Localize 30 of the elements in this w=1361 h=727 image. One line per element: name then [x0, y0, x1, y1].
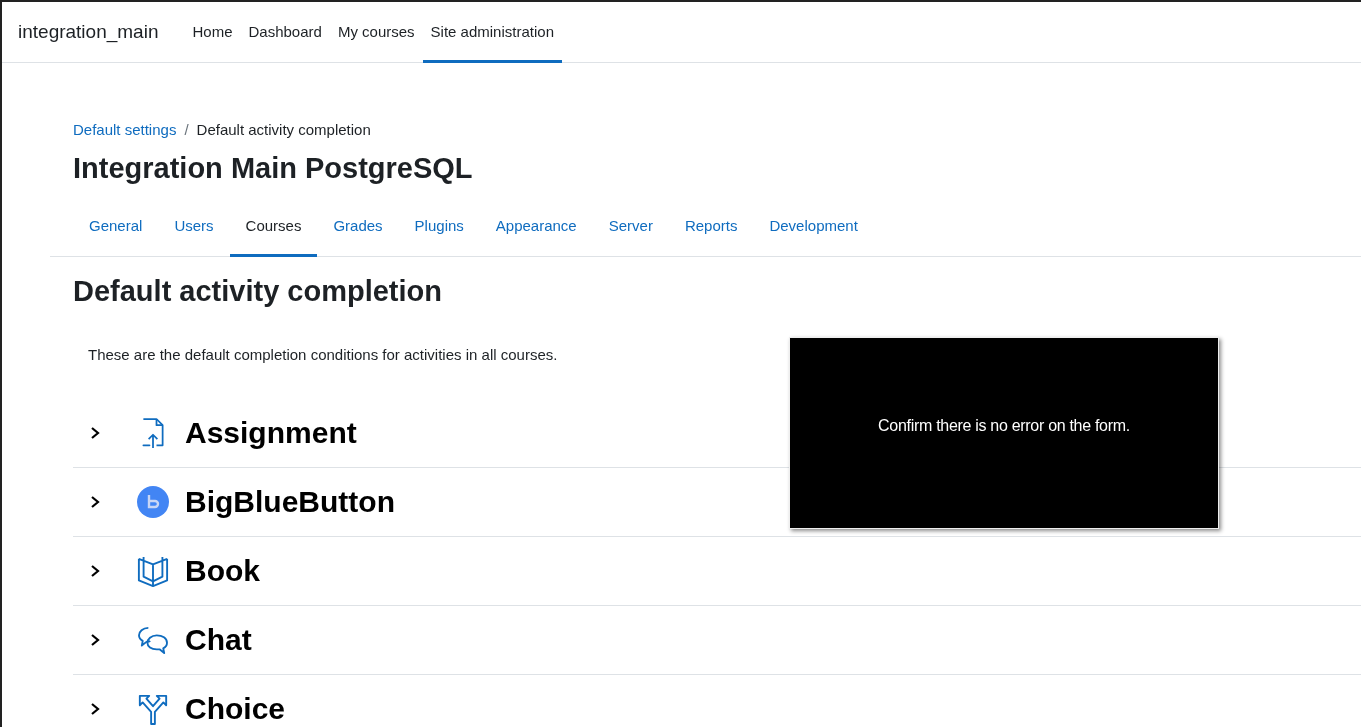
settings-tab[interactable]: Development — [753, 207, 874, 257]
settings-tab[interactable]: Server — [592, 207, 669, 257]
breadcrumb-separator: / — [184, 121, 189, 138]
settings-tab[interactable]: General — [73, 207, 159, 257]
activity-name[interactable]: Chat — [185, 623, 252, 657]
section-heading: Default activity completion — [73, 275, 443, 308]
nav-link[interactable]: Site administration — [422, 2, 562, 63]
settings-tab[interactable]: Courses — [229, 207, 318, 257]
activity-name[interactable]: Assignment — [185, 416, 357, 450]
site-name[interactable]: integration_main — [18, 21, 159, 43]
page-title: Integration Main PostgreSQL — [73, 152, 474, 185]
circle-b-icon — [137, 486, 169, 518]
settings-tab[interactable]: Grades — [317, 207, 399, 257]
nav-link[interactable]: My courses — [329, 2, 423, 63]
settings-tab[interactable]: Reports — [668, 207, 754, 257]
activity-name[interactable]: Choice — [185, 692, 286, 726]
description-text: These are the default completion conditions for activities in all courses. — [88, 346, 559, 363]
breadcrumb-link[interactable]: Default settings — [73, 121, 177, 138]
speech-bubbles-icon — [137, 626, 169, 654]
nav-link[interactable]: Dashboard — [240, 2, 330, 63]
split-arrow-icon — [137, 693, 169, 725]
activity-name[interactable]: BigBlueButton — [185, 485, 395, 519]
nav-link[interactable]: Home — [184, 2, 241, 63]
open-book-icon — [137, 555, 169, 587]
settings-tab[interactable]: Users — [158, 207, 230, 257]
settings-tab[interactable]: Appearance — [479, 207, 593, 257]
settings-tab[interactable]: Plugins — [398, 207, 480, 257]
activity-name[interactable]: Book — [185, 554, 260, 588]
breadcrumb-current: Default activity completion — [196, 121, 371, 138]
overlay-message: Confirm there is no error on the form. — [878, 416, 1130, 435]
